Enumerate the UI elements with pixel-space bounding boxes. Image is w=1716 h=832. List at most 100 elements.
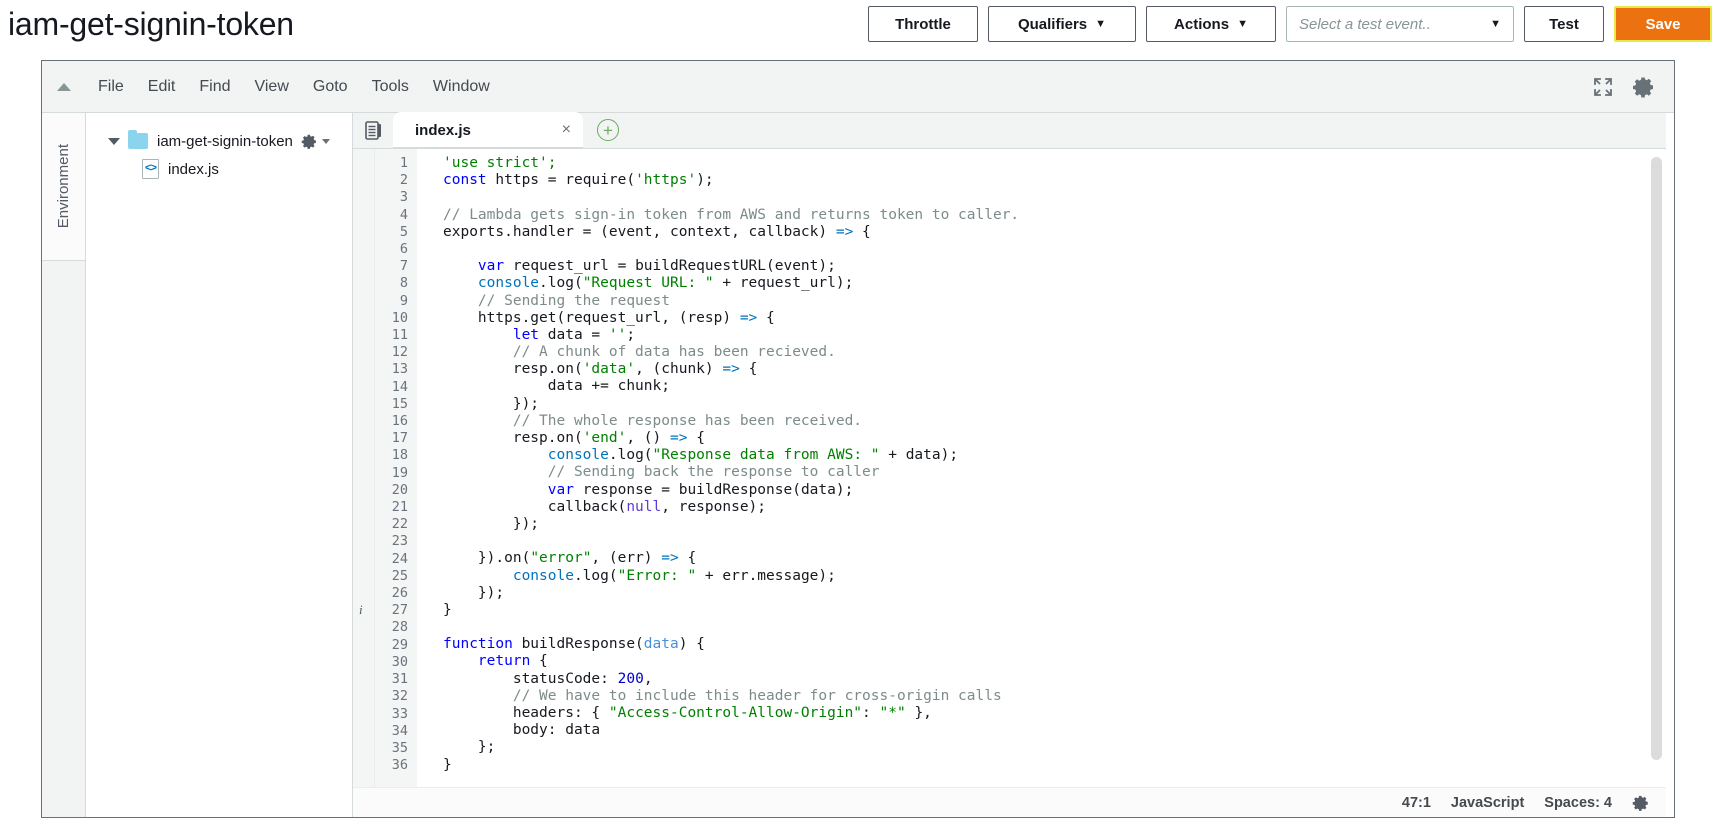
line-number: 3 bbox=[399, 189, 408, 206]
actions-dropdown-button[interactable]: Actions ▼ bbox=[1146, 6, 1276, 42]
gear-icon[interactable] bbox=[1632, 75, 1656, 99]
line-number: 10 bbox=[391, 309, 408, 326]
triangle-up-icon bbox=[57, 82, 71, 91]
line-number: 18 bbox=[391, 447, 408, 464]
code-token: , (chunk) bbox=[635, 361, 723, 378]
editor-vertical-scrollbar[interactable] bbox=[1650, 157, 1662, 779]
code-content[interactable]: 'use strict'; const https = require('http… bbox=[417, 149, 1666, 787]
line-number: 15 bbox=[391, 395, 408, 412]
test-event-select[interactable]: Select a test event.. ▼ bbox=[1286, 6, 1514, 42]
close-icon[interactable]: × bbox=[532, 122, 571, 138]
menu-item-edit[interactable]: Edit bbox=[136, 72, 188, 102]
code-token: response = buildResponse(data); bbox=[573, 481, 854, 498]
code-line: let data = ''; bbox=[443, 327, 1666, 344]
cursor-position-status[interactable]: 47:1 bbox=[1402, 795, 1431, 811]
code-token: const bbox=[443, 172, 487, 189]
code-token: { bbox=[530, 653, 548, 670]
code-line: }); bbox=[443, 516, 1666, 533]
code-token: }).on( bbox=[443, 550, 531, 567]
code-line: https.get(request_url, (resp) => { bbox=[443, 310, 1666, 327]
code-token: "*" bbox=[879, 705, 906, 721]
code-line: }); bbox=[443, 396, 1666, 413]
line-number: 33 bbox=[391, 705, 408, 722]
gear-icon[interactable] bbox=[1632, 794, 1650, 812]
folder-icon bbox=[128, 130, 148, 149]
folder-settings-gear-icon[interactable] bbox=[301, 133, 330, 150]
menu-item-file[interactable]: File bbox=[86, 72, 136, 102]
code-line: // Sending back the response to caller bbox=[443, 464, 1666, 481]
indent-status[interactable]: Spaces: 4 bbox=[1544, 795, 1612, 811]
scrollbar-thumb[interactable] bbox=[1650, 157, 1662, 761]
line-number: 5 bbox=[399, 223, 408, 240]
menu-item-goto[interactable]: Goto bbox=[301, 72, 360, 102]
code-token: let bbox=[512, 326, 540, 343]
code-token: buildResponse( bbox=[512, 636, 644, 653]
tab-index-js[interactable]: index.js × bbox=[393, 112, 583, 148]
caret-down-icon[interactable] bbox=[108, 137, 120, 145]
code-line: }).on("error", (err) => { bbox=[443, 550, 1666, 567]
line-number: 22 bbox=[391, 516, 408, 533]
code-line: // Sending the request bbox=[443, 293, 1666, 310]
throttle-button[interactable]: Throttle bbox=[868, 6, 978, 42]
info-annotation-icon[interactable]: i bbox=[359, 602, 363, 618]
qualifiers-dropdown-button[interactable]: Qualifiers ▼ bbox=[988, 6, 1136, 42]
tree-item-index-js[interactable]: <> index.js bbox=[86, 155, 352, 183]
code-token: ) { bbox=[678, 636, 705, 653]
code-token: exports.handler = (event, context, callb… bbox=[443, 223, 836, 240]
code-token: }); bbox=[443, 395, 540, 412]
code-line: data += chunk; bbox=[443, 378, 1666, 395]
code-token: 'end' bbox=[582, 430, 627, 446]
tree-item-root-folder[interactable]: iam-get-signin-token bbox=[86, 127, 352, 155]
code-token: data = bbox=[539, 326, 609, 343]
save-button[interactable]: Save bbox=[1614, 6, 1712, 42]
line-number: 24 bbox=[391, 550, 408, 567]
menu-item-tools[interactable]: Tools bbox=[360, 72, 421, 102]
code-line: }; bbox=[443, 739, 1666, 756]
environment-tab[interactable]: Environment bbox=[42, 113, 85, 261]
line-number: 13 bbox=[391, 361, 408, 378]
add-tab-icon[interactable]: + bbox=[597, 119, 619, 141]
code-token: , response); bbox=[661, 498, 767, 515]
code-line: resp.on('data', (chunk) => { bbox=[443, 361, 1666, 378]
tab-index-js-label: index.js bbox=[415, 121, 471, 139]
line-number: 8 bbox=[399, 275, 408, 292]
line-number: 2 bbox=[399, 172, 408, 189]
code-token: { bbox=[757, 309, 775, 326]
line-number: 32 bbox=[391, 688, 408, 705]
tab-list-icon[interactable] bbox=[353, 112, 393, 148]
menu-item-window[interactable]: Window bbox=[421, 72, 502, 102]
menu-item-view[interactable]: View bbox=[242, 72, 300, 102]
menu-item-find[interactable]: Find bbox=[187, 72, 242, 102]
code-token: // Sending back the response to caller bbox=[547, 464, 880, 481]
code-token: https.get(request_url, (resp) bbox=[443, 309, 740, 326]
code-token: // Lambda gets sign-in token from AWS an… bbox=[443, 206, 1020, 223]
editor-right-pad bbox=[1666, 113, 1674, 817]
code-token: https = bbox=[486, 172, 566, 189]
code-token: }, bbox=[905, 705, 932, 721]
expand-fullscreen-icon[interactable] bbox=[1592, 76, 1614, 98]
line-number: 1 bbox=[399, 155, 408, 171]
code-line: statusCode: 200, bbox=[443, 671, 1666, 688]
code-token: '' bbox=[608, 326, 627, 343]
language-mode-status[interactable]: JavaScript bbox=[1451, 795, 1524, 811]
code-line: body: data bbox=[443, 722, 1666, 739]
page-header: iam-get-signin-token Throttle Qualifiers… bbox=[0, 0, 1716, 48]
code-token: { bbox=[739, 361, 758, 378]
code-token: { bbox=[687, 430, 705, 446]
code-token: => bbox=[661, 550, 679, 567]
code-token: .log( bbox=[608, 447, 653, 464]
save-button-label: Save bbox=[1645, 15, 1681, 33]
line-number: 27 bbox=[391, 602, 408, 619]
code-token: console bbox=[547, 447, 609, 464]
code-line: console.log("Error: " + err.message); bbox=[443, 568, 1666, 585]
test-button[interactable]: Test bbox=[1524, 6, 1604, 42]
code-token: console bbox=[477, 275, 540, 292]
collapse-menu-button[interactable] bbox=[42, 82, 86, 91]
test-button-label: Test bbox=[1549, 15, 1579, 33]
code-token: ; bbox=[626, 326, 636, 343]
